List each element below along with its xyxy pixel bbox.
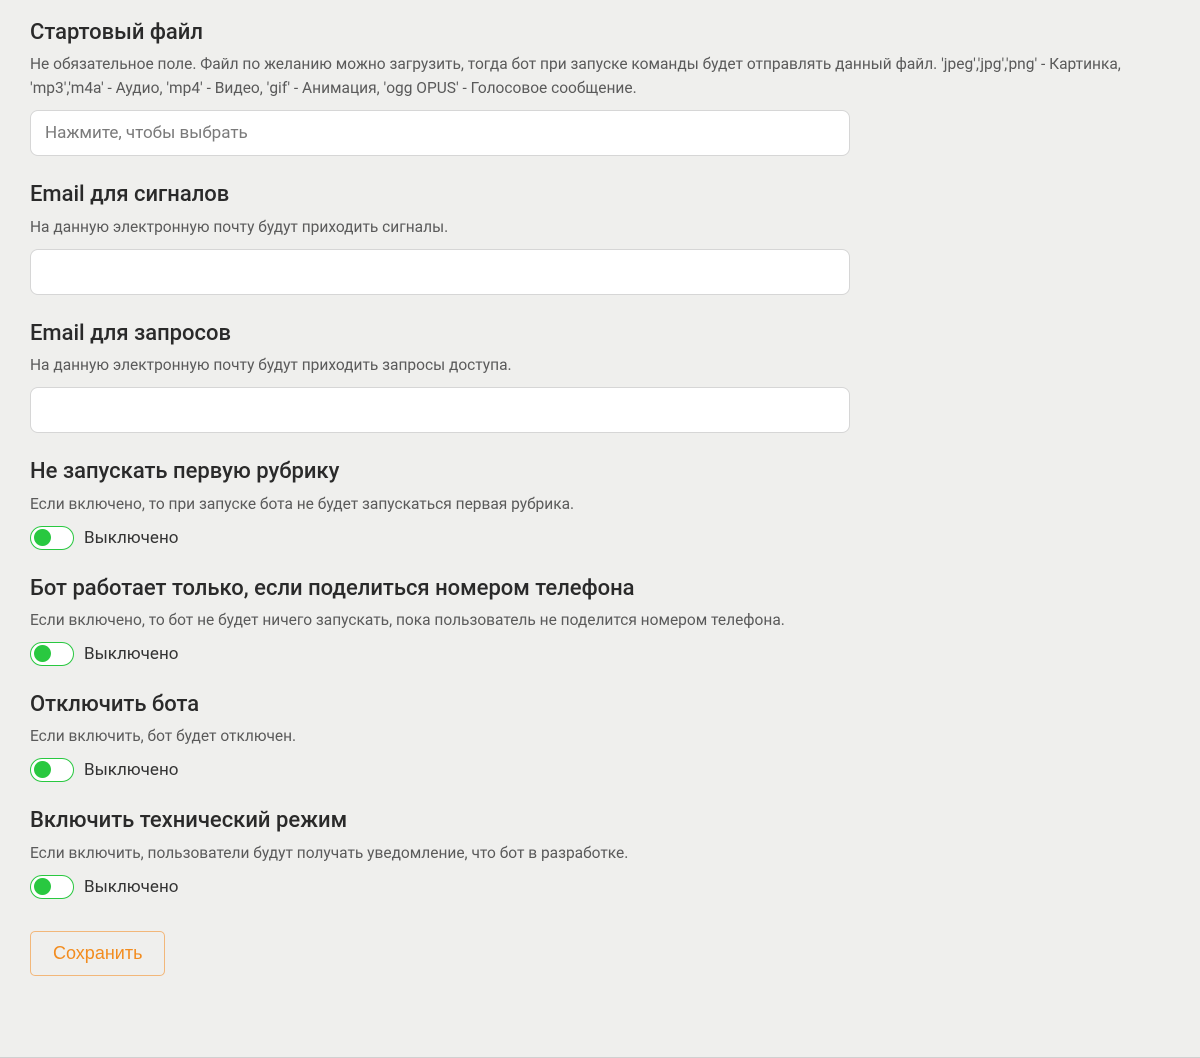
start-file-description: Не обязательное поле. Файл по желанию мо… [30,52,1160,100]
disable-bot-state: Выключено [84,760,178,780]
disable-bot-toggle[interactable] [30,758,74,782]
no-first-rubric-toggle-row: Выключено [30,526,1170,550]
toggle-knob-icon [34,529,51,546]
tech-mode-toggle[interactable] [30,875,74,899]
disable-bot-title: Отключить бота [30,692,1170,718]
disable-bot-description: Если включить, бот будет отключен. [30,724,1160,748]
tech-mode-group: Включить технический режим Если включить… [30,808,1170,898]
email-signals-group: Email для сигналов На данную электронную… [30,182,1170,294]
email-requests-input[interactable] [30,387,850,433]
no-first-rubric-title: Не запускать первую рубрику [30,459,1170,485]
save-button[interactable]: Сохранить [30,931,165,976]
email-signals-input[interactable] [30,249,850,295]
toggle-knob-icon [34,761,51,778]
no-first-rubric-toggle[interactable] [30,526,74,550]
start-file-group: Стартовый файл Не обязательное поле. Фай… [30,20,1170,156]
require-phone-title: Бот работает только, если поделиться ном… [30,576,1170,602]
email-requests-description: На данную электронную почту будут приход… [30,353,1160,377]
start-file-select[interactable]: Нажмите, чтобы выбрать [30,110,850,156]
tech-mode-title: Включить технический режим [30,808,1170,834]
email-signals-title: Email для сигналов [30,182,1170,208]
email-signals-description: На данную электронную почту будут приход… [30,215,1160,239]
tech-mode-state: Выключено [84,877,178,897]
no-first-rubric-description: Если включено, то при запуске бота не бу… [30,492,1160,516]
require-phone-toggle-row: Выключено [30,642,1170,666]
email-requests-group: Email для запросов На данную электронную… [30,321,1170,433]
require-phone-group: Бот работает только, если поделиться ном… [30,576,1170,666]
tech-mode-toggle-row: Выключено [30,875,1170,899]
disable-bot-group: Отключить бота Если включить, бот будет … [30,692,1170,782]
start-file-title: Стартовый файл [30,20,1170,46]
email-requests-title: Email для запросов [30,321,1170,347]
require-phone-toggle[interactable] [30,642,74,666]
tech-mode-description: Если включить, пользователи будут получа… [30,841,1160,865]
require-phone-description: Если включено, то бот не будет ничего за… [30,608,1160,632]
require-phone-state: Выключено [84,644,178,664]
start-file-placeholder: Нажмите, чтобы выбрать [45,123,248,143]
no-first-rubric-group: Не запускать первую рубрику Если включен… [30,459,1170,549]
toggle-knob-icon [34,645,51,662]
disable-bot-toggle-row: Выключено [30,758,1170,782]
no-first-rubric-state: Выключено [84,528,178,548]
toggle-knob-icon [34,878,51,895]
